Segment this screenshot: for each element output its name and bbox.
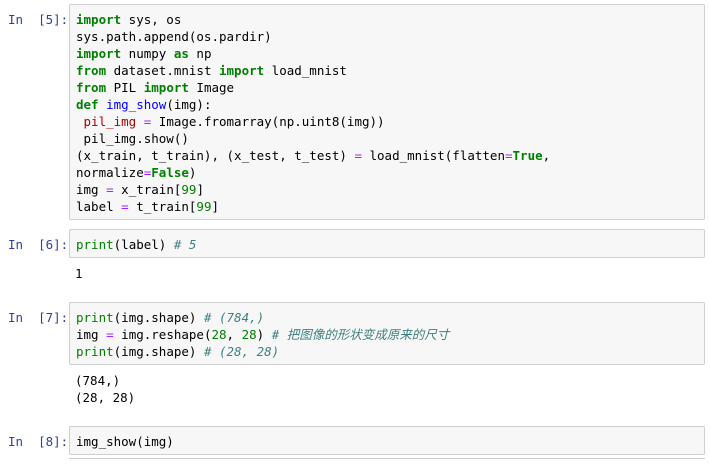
code-token: ] [196, 182, 204, 197]
code-token: = [354, 148, 362, 163]
code-token: img_show [106, 97, 167, 112]
bottom-divider [69, 458, 705, 459]
code-token: (label) [113, 237, 174, 252]
code-line: import sys, os [76, 11, 698, 28]
code-token: load_mnist(flatten [361, 148, 505, 163]
code-token: # 5 [173, 237, 197, 252]
code-token: t_train[ [128, 199, 197, 214]
code-line: img = x_train[99] [76, 181, 698, 198]
code-token: def [76, 97, 99, 112]
code-token: ) [256, 327, 272, 342]
code-token: print [76, 237, 114, 252]
code-token: = [504, 148, 513, 163]
code-input[interactable]: img_show(img) [69, 426, 705, 455]
cell-prompt: In [5]: [8, 12, 69, 27]
code-token: 99 [181, 182, 197, 197]
code-token: pil_img.show() [76, 131, 189, 146]
code-line: pil_img = Image.fromarray(np.uint8(img)) [76, 113, 698, 130]
code-line: (x_train, t_train), (x_test, t_test) = l… [76, 147, 698, 164]
code-token: img_show(img) [76, 434, 174, 449]
code-token: (img.shape) [113, 310, 204, 325]
code-token: PIL [106, 80, 144, 95]
code-token: img.reshape( [113, 327, 212, 342]
code-line: sys.path.append(os.pardir) [76, 28, 698, 45]
code-line: print(img.shape) # (784,) [76, 309, 698, 326]
code-input[interactable]: import sys, os sys.path.append(os.pardir)… [69, 4, 705, 220]
code-line: def img_show(img): [76, 96, 698, 113]
code-token: from [76, 80, 107, 95]
code-line: img = img.reshape(28, 28) # 把图像的形状变成原来的尺… [76, 326, 698, 343]
code-token: sys.path.append(os.pardir) [76, 29, 272, 44]
code-token: pil_img [76, 114, 144, 129]
code-line: import numpy as np [76, 45, 698, 62]
code-token: from [76, 63, 107, 78]
code-token: = [121, 199, 129, 214]
code-token: 28 [211, 327, 227, 342]
code-token: (x_train, t_train), (x_test, t_test) [76, 148, 355, 163]
cell-output: (784,) (28, 28) [75, 372, 135, 406]
code-token: 28 [241, 327, 257, 342]
code-token: x_train[ [113, 182, 182, 197]
code-token: False [151, 165, 189, 180]
code-token: sys, os [121, 12, 182, 27]
code-token: import [76, 12, 122, 27]
code-token: normalize [76, 165, 144, 180]
code-token: True [512, 148, 543, 163]
code-line: from PIL import Image [76, 79, 698, 96]
code-token: import [76, 46, 122, 61]
code-line: img_show(img) [76, 433, 698, 450]
code-token: import [219, 63, 265, 78]
code-token: load_mnist [264, 63, 347, 78]
code-line: label = t_train[99] [76, 198, 698, 215]
code-input[interactable]: print(label) # 5 [69, 229, 705, 258]
code-token: ) [188, 165, 197, 180]
output-line: (28, 28) [75, 390, 136, 405]
code-token: img [76, 327, 107, 342]
output-line: (784,) [75, 373, 121, 388]
code-token: Image.fromarray(np.uint8(img)) [151, 114, 385, 129]
code-line: print(label) # 5 [76, 236, 698, 253]
code-token: # (28, 28) [203, 344, 280, 359]
code-token: print [76, 344, 114, 359]
code-token: (img.shape) [113, 344, 204, 359]
code-token: # (784,) [203, 310, 265, 325]
cell-prompt: In [8]: [8, 434, 69, 449]
code-token: , [226, 327, 242, 342]
code-line: normalize=False) [76, 164, 698, 181]
code-token: print [76, 310, 114, 325]
code-token: as [173, 46, 189, 61]
cell-prompt: In [7]: [8, 310, 69, 325]
code-line: pil_img.show() [76, 130, 698, 147]
output-line: 1 [75, 266, 83, 281]
code-line: print(img.shape) # (28, 28) [76, 343, 698, 360]
code-token: # 把图像的形状变成原来的尺寸 [271, 327, 450, 342]
code-token: 99 [196, 199, 212, 214]
code-token: = [106, 182, 114, 197]
code-token: img [76, 182, 107, 197]
code-token: import [143, 80, 189, 95]
code-line: from dataset.mnist import load_mnist [76, 62, 698, 79]
code-token: = [106, 327, 114, 342]
code-token: , [542, 148, 551, 163]
code-token: label [76, 199, 122, 214]
cell-output: 1 [75, 265, 83, 282]
code-token: ] [211, 199, 220, 214]
code-token: np [188, 46, 212, 61]
code-token: Image [188, 80, 235, 95]
code-token: dataset.mnist [106, 63, 219, 78]
code-input[interactable]: print(img.shape) # (784,) img = img.resha… [69, 302, 705, 365]
cell-prompt: In [6]: [8, 237, 69, 252]
code-token: (img): [166, 97, 212, 112]
code-token: numpy [121, 46, 174, 61]
